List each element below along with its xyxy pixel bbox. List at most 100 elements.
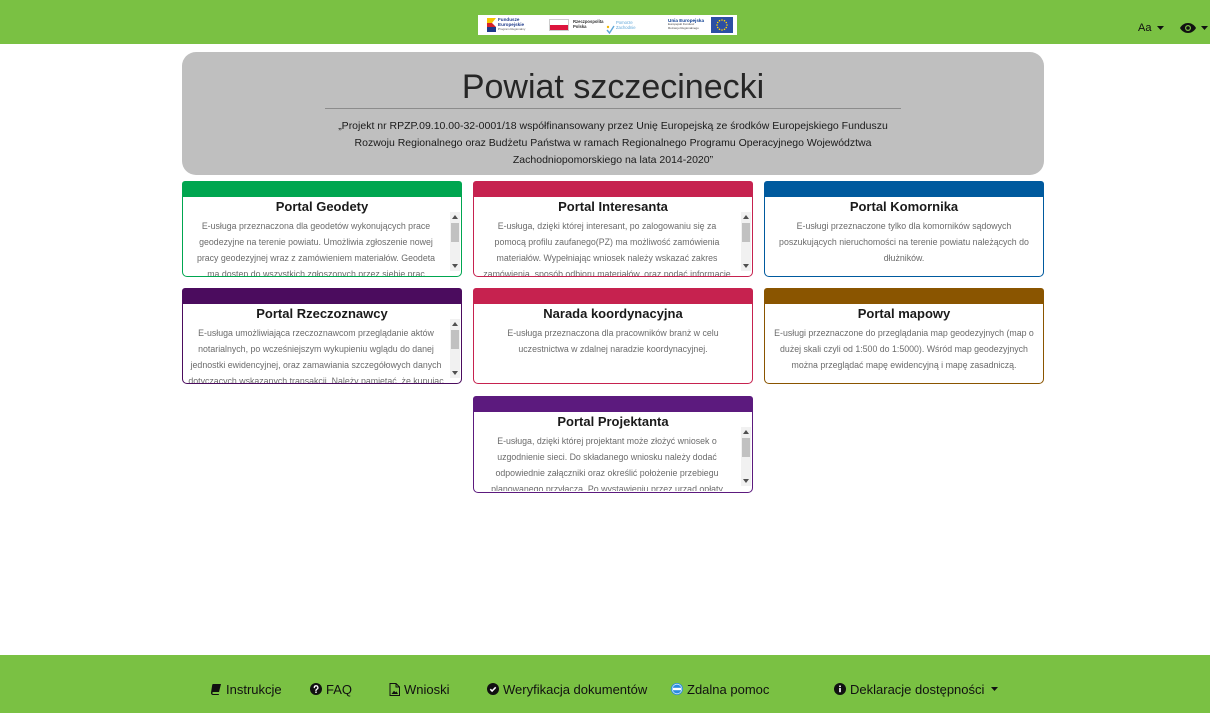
- description-line: E-usługa umożliwiająca rzeczoznawcom prz…: [198, 328, 434, 338]
- scroll-down-arrow-icon[interactable]: [452, 264, 458, 268]
- card-portal-interesanta[interactable]: Portal Interesanta E-usługa, dzięki któr…: [473, 181, 753, 277]
- polish-flag-icon: [549, 19, 569, 31]
- card-portal-geodety[interactable]: Portal Geodety E-usługa przeznaczona dla…: [182, 181, 462, 277]
- footer-link-zdalna-pomoc[interactable]: Zdalna pomoc: [671, 681, 769, 697]
- scrollbar-thumb[interactable]: [451, 330, 459, 349]
- chevron-down-icon: [1201, 26, 1210, 30]
- scroll-up-arrow-icon[interactable]: [452, 215, 458, 219]
- description-line: uczestnictwa w zdalnej naradzie koordyna…: [518, 344, 708, 354]
- description-line: dużej skali czyli od 1:500 do 1:5000). W…: [780, 344, 1028, 354]
- pomorze-zachodnie-logo-icon: [606, 21, 615, 39]
- scrollbar-thumb[interactable]: [451, 223, 459, 242]
- footer-link-label: Deklaracje dostępności: [850, 681, 985, 697]
- project-note-line: „Projekt nr RPZP.09.10.00-32-0001/18 wsp…: [338, 120, 888, 132]
- pomorze-zachodnie-logo-text: Pomorze Zachodnie: [616, 20, 636, 31]
- footer-link-wnioski[interactable]: Wnioski: [389, 681, 450, 697]
- card-body: Portal Projektanta E-usługa, dzięki któr…: [473, 412, 753, 493]
- description-line: E-usługa, dzięki której interesant, po z…: [497, 221, 717, 231]
- description-line: geodezyjne na terenie powiatu. Umożliwia…: [199, 237, 433, 247]
- remote-help-icon: [671, 683, 683, 695]
- page-title: Powiat szczecinecki: [461, 68, 765, 106]
- scroll-up-arrow-icon[interactable]: [743, 430, 749, 434]
- footer-link-label: Wnioski: [404, 681, 450, 697]
- description-line: E-usługa przeznaczona dla pracowników br…: [507, 328, 719, 338]
- footer-link-label: FAQ: [326, 681, 353, 697]
- card-body: Portal Interesanta E-usługa, dzięki któr…: [473, 197, 753, 277]
- description-line: E-usługa przeznaczona dla geodetów wykon…: [201, 221, 431, 231]
- card-color-bar: [473, 396, 753, 412]
- scroll-down-arrow-icon[interactable]: [743, 479, 749, 483]
- card-color-bar: [182, 288, 462, 304]
- logo-text-line: Rozwoju Regionalnego: [668, 25, 699, 30]
- eu-flag-icon: [711, 17, 733, 38]
- card-portal-komornika[interactable]: Portal Komornika E-usługi przeznaczone t…: [764, 181, 1044, 277]
- description-line: E-usługi przeznaczone tylko dla komornik…: [796, 221, 1012, 231]
- footer-link-instrukcje[interactable]: Instrukcje: [210, 681, 282, 697]
- description-line: E-usługa, dzięki której projektant może …: [497, 436, 717, 446]
- book-icon: [210, 683, 222, 695]
- rzeczpospolita-polska-logo-text: Rzeczpospolita Polska: [573, 19, 603, 30]
- card-description: E-usługa, dzięki której projektant może …: [476, 433, 738, 491]
- scroll-down-arrow-icon[interactable]: [452, 371, 458, 375]
- description-scrollbar[interactable]: [741, 427, 751, 486]
- card-description: E-usługa umożliwiająca rzeczoznawcom prz…: [185, 325, 447, 383]
- card-color-bar: [473, 288, 753, 304]
- card-portal-projektanta[interactable]: Portal Projektanta E-usługa, dzięki któr…: [473, 396, 753, 493]
- scroll-down-arrow-icon[interactable]: [743, 264, 749, 268]
- footer-link-label: Weryfikacja dokumentów: [503, 681, 648, 697]
- footer-dropdown-deklaracje-dostepnosci[interactable]: Deklaracje dostępności: [834, 681, 999, 697]
- chevron-down-icon: [1157, 26, 1165, 30]
- description-scrollbar[interactable]: [450, 212, 460, 271]
- card-narada-koordynacyjna[interactable]: Narada koordynacyjna E-usługa przeznaczo…: [473, 288, 753, 384]
- font-size-dropdown[interactable]: Aa: [1138, 20, 1165, 36]
- scrollbar-thumb[interactable]: [742, 438, 750, 457]
- description-line: dotyczących wskazanych transakcji. Należ…: [188, 376, 444, 383]
- card-color-bar: [182, 181, 462, 197]
- title-divider: [325, 108, 901, 109]
- footer-link-faq[interactable]: FAQ: [310, 681, 352, 697]
- contrast-dropdown[interactable]: [1180, 20, 1210, 36]
- card-portal-rzeczoznawcy[interactable]: Portal Rzeczoznawcy E-usługa umożliwiają…: [182, 288, 462, 384]
- card-body: Portal mapowy E-usługi przeznaczone do p…: [764, 304, 1044, 384]
- question-circle-icon: [310, 683, 322, 695]
- description-line: pomocą profilu zaufanego(PZ) ma możliwoś…: [494, 237, 720, 247]
- logo-text-line: Polska: [573, 23, 587, 29]
- logo-text-line: Program Regionalny: [498, 26, 526, 31]
- card-title: Portal mapowy: [857, 306, 951, 321]
- description-line: dłużników.: [883, 253, 925, 263]
- description-line: odpowiednie załączniki oraz określić poł…: [495, 468, 719, 478]
- description-line: notarialnych, po wcześniejszym wykupieni…: [198, 344, 434, 354]
- scroll-up-arrow-icon[interactable]: [743, 215, 749, 219]
- card-body: Portal Rzeczoznawcy E-usługa umożliwiają…: [182, 304, 462, 384]
- card-body: Narada koordynacyjna E-usługa przeznaczo…: [473, 304, 753, 384]
- description-scrollbar[interactable]: [741, 212, 751, 271]
- card-portal-mapowy[interactable]: Portal mapowy E-usługi przeznaczone do p…: [764, 288, 1044, 384]
- card-description: E-usługa, dzięki której interesant, po z…: [476, 218, 738, 276]
- card-title: Narada koordynacyjna: [543, 306, 683, 321]
- fundusze-europejskie-logo-icon: [487, 18, 496, 37]
- eye-icon: [1180, 23, 1201, 33]
- card-color-bar: [764, 288, 1044, 304]
- card-color-bar: [764, 181, 1044, 197]
- unia-europejska-logo-text: Unia Europejska Europejski Fundusz Rozwo…: [668, 18, 704, 30]
- description-scrollbar[interactable]: [450, 319, 460, 378]
- project-note-line: Zachodniopomorskiego na lata 2014-2020”: [512, 154, 714, 166]
- footer-bar: Instrukcje FAQ Wnioski Weryfikacja dokum…: [0, 655, 1210, 713]
- description-line: E-usługi przeznaczone do przeglądania ma…: [774, 328, 1034, 338]
- description-line: planowanego przyłącza. Po wystawieniu pr…: [491, 484, 723, 491]
- logo-text-line: Zachodnie: [616, 24, 636, 30]
- description-line: zamówienia, sposób odbioru materiałów, o…: [483, 269, 731, 276]
- scrollbar-thumb[interactable]: [742, 223, 750, 242]
- scroll-up-arrow-icon[interactable]: [452, 322, 458, 326]
- file-icon: [389, 682, 400, 696]
- fundusze-europejskie-logo-text: Fundusze Europejskie Program Regionalny: [498, 17, 526, 31]
- card-description: E-usługa przeznaczona dla pracowników br…: [476, 325, 750, 383]
- footer-link-weryfikacja-dokumentow[interactable]: Weryfikacja dokumentów: [487, 681, 647, 697]
- card-title: Portal Komornika: [849, 199, 959, 214]
- card-description: E-usługi przeznaczone do przeglądania ma…: [767, 325, 1041, 383]
- chevron-down-icon: [991, 687, 999, 691]
- top-bar: Fundusze Europejskie Program Regionalny …: [0, 0, 1210, 44]
- description-line: jednostki ewidencyjnej, oraz zamawiania …: [190, 360, 442, 370]
- card-color-bar: [473, 181, 753, 197]
- card-title: Portal Projektanta: [557, 414, 669, 429]
